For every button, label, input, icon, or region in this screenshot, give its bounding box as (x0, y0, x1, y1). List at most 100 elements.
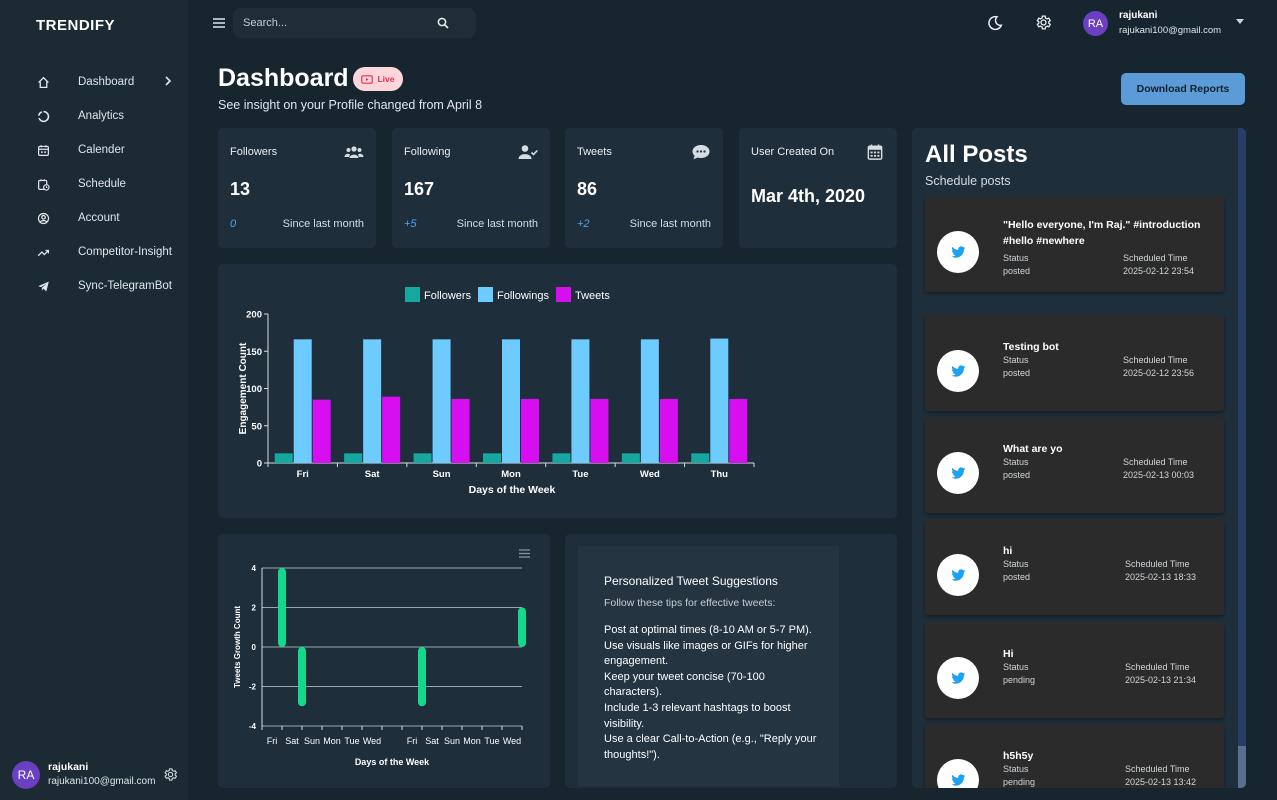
legend-swatch (556, 287, 571, 302)
bar-followings (710, 338, 729, 463)
chart-menu-icon[interactable] (519, 549, 530, 558)
post-card[interactable]: h5h5y Status pending Scheduled Time 2025-02-… (925, 724, 1224, 788)
sidebar-item-dashboard[interactable]: Dashboard (0, 65, 188, 99)
menu-hamburger-icon[interactable] (212, 16, 226, 30)
x-tick-label: Wed (363, 736, 381, 746)
sidebar-user: RA rajukani rajukani100@gmail.com (12, 760, 182, 790)
engagement-chart-card: 0 50 100 150 200 Fri Sat Sun Mon Tue Wed Thu Days of… (218, 264, 897, 518)
post-text: hi (1003, 545, 1013, 557)
status-value: posted (1003, 470, 1031, 480)
sidebar-item-competitor-insight[interactable]: Competitor-Insight (0, 235, 188, 269)
settings-gear-icon[interactable] (1035, 14, 1052, 31)
x-tick-label: Wed (640, 469, 660, 480)
scheduled-time-value: 2025-02-13 13:42 (1125, 777, 1197, 787)
bar-followers (413, 453, 432, 463)
stat-value: 167 (404, 179, 435, 199)
live-badge: Live (353, 67, 403, 91)
growth-bar (518, 607, 526, 647)
status-value: posted (1003, 368, 1031, 378)
y-tick-label: 0 (257, 459, 262, 470)
growth-chart-card: -4 -2 0 2 4 Fri Sat Sun Mon Tue Wed Fri Sat Sun Mon Tue… (218, 534, 550, 788)
tip-item: Use a clear Call-to-Action (e.g., "Reply… (604, 733, 817, 761)
search-input[interactable] (243, 8, 433, 38)
stat-since: Since last month (456, 218, 538, 230)
post-card[interactable]: Hi Status pending Scheduled Time 2025-02-13 … (925, 622, 1224, 718)
sidebar-item-sync-telegrambot[interactable]: Sync-TelegramBot (0, 269, 188, 303)
y-tick-label: 200 (246, 310, 262, 321)
user-name: rajukani (48, 761, 89, 773)
stat-label: Tweets (577, 146, 612, 158)
x-tick-label: Fri (267, 736, 278, 746)
sidebar-item-calender[interactable]: Calender (0, 133, 188, 167)
status-label: Status (1003, 662, 1029, 672)
scheduled-time-label: Scheduled Time (1123, 253, 1188, 263)
status-label: Status (1003, 457, 1029, 467)
twitter-bird-icon (937, 657, 979, 699)
followers-card: Followers 13 0 Since last month (218, 128, 376, 248)
post-text: Testing bot (1003, 341, 1059, 353)
avatar[interactable]: RA (12, 761, 40, 789)
scheduled-time-label: Scheduled Time (1125, 559, 1190, 569)
page-subtitle: See insight on your Profile changed from… (218, 98, 483, 112)
stat-delta: +2 (577, 218, 590, 230)
status-value: pending (1003, 675, 1036, 685)
post-card[interactable]: Testing bot Status posted Scheduled Time 202… (925, 315, 1224, 411)
post-card[interactable]: "Hello everyone, I'm Raj." #introduction… (925, 196, 1224, 292)
sidebar-item-label: Competitor-Insight (78, 246, 172, 258)
sidebar-item-label: Calender (78, 144, 125, 156)
scheduled-time-label: Scheduled Time (1125, 764, 1190, 774)
x-tick-label: Sun (433, 469, 451, 480)
posts-scrollbar[interactable] (1238, 128, 1246, 788)
post-card[interactable]: What are yo Status posted Scheduled Time 202… (925, 417, 1224, 513)
dark-mode-moon-icon[interactable] (987, 15, 1003, 31)
x-tick-label: Wed (503, 736, 521, 746)
bar-followers (344, 453, 363, 463)
stat-label: User Created On (751, 146, 835, 158)
y-tick-label: 2 (252, 604, 257, 613)
account-icon (36, 211, 50, 225)
avatar[interactable]: RA (1083, 11, 1108, 36)
status-label: Status (1003, 355, 1029, 365)
sidebar-item-label: Dashboard (78, 76, 135, 88)
post-card[interactable]: hi Status posted Scheduled Time 2025-02-13 1… (925, 519, 1224, 615)
user-email: rajukani100@gmail.com (1119, 25, 1222, 36)
bar-tweets (521, 398, 539, 463)
bar-followings (363, 339, 382, 463)
y-tick-label: 4 (252, 564, 257, 573)
posts-title: All Posts (925, 141, 1028, 168)
bar-followers (274, 453, 293, 463)
sidebar-item-label: Sync-TelegramBot (78, 280, 172, 292)
all-posts-panel: All Posts Schedule posts "Hello everyone… (912, 128, 1246, 788)
tip-item: Post at optimal times (8-10 AM or 5-7 PM… (604, 624, 812, 636)
x-tick-label: Sat (285, 736, 299, 746)
chevron-down-icon[interactable] (1236, 19, 1244, 24)
tip-item: Include 1-3 relevant hashtags to boost v… (604, 701, 791, 730)
live-badge-label: Live (377, 74, 395, 84)
posts-scrollbar-thumb[interactable] (1238, 746, 1246, 788)
bar-tweets (382, 396, 401, 463)
tips-panel: Personalized Tweet Suggestions Follow th… (578, 546, 839, 786)
tips-list: Post at optimal times (8-10 AM or 5-7 PM… (604, 623, 824, 763)
x-tick-label: Tue (344, 736, 359, 746)
stat-value: 86 (577, 179, 598, 199)
telegram-icon (36, 279, 50, 293)
search-icon[interactable] (437, 17, 449, 29)
status-value: posted (1003, 266, 1031, 276)
download-reports-button[interactable]: Download Reports (1121, 73, 1245, 105)
sidebar-item-schedule[interactable]: Schedule (0, 167, 188, 201)
live-tv-icon (361, 75, 374, 84)
sidebar-item-account[interactable]: Account (0, 201, 188, 235)
tips-title: Personalized Tweet Suggestions (604, 574, 778, 588)
twitter-bird-icon (937, 452, 979, 494)
bar-followings (293, 339, 312, 463)
x-axis-label: Days of the Week (469, 484, 556, 496)
settings-gear-icon[interactable] (163, 767, 178, 782)
status-value: pending (1003, 777, 1036, 787)
sidebar-item-label: Analytics (78, 110, 125, 122)
scheduled-time-value: 2025-02-13 21:34 (1125, 675, 1197, 685)
bar-followers (621, 453, 640, 463)
stat-since: Since last month (282, 218, 364, 230)
sidebar-item-analytics[interactable]: Analytics (0, 99, 188, 133)
sidebar-item-label: Schedule (78, 178, 126, 190)
y-tick-label: -4 (249, 722, 257, 731)
